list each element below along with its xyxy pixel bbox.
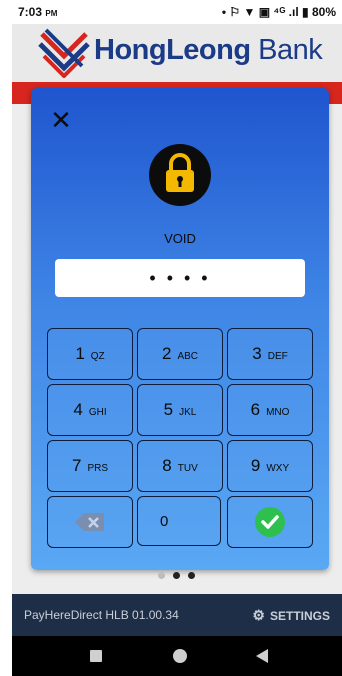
close-icon[interactable]: ✕	[49, 107, 73, 133]
app-header: HongLeong Bank	[12, 24, 342, 82]
key-7[interactable]: 7 PRS	[47, 440, 133, 492]
app-footer: PayHereDirect HLB 01.00.34 ⚙ SETTINGS	[12, 594, 342, 636]
app-screen: 7:03 PM • ⚐ ▼ ▣ ⁴ᴳ .ıl ▮ 80% HongLeong B…	[12, 0, 342, 676]
pin-input[interactable]: • • • •	[55, 259, 305, 297]
confirm-button[interactable]	[227, 496, 313, 548]
key-8[interactable]: 8 TUV	[137, 440, 223, 492]
padlock-icon	[149, 144, 211, 206]
home-icon[interactable]	[173, 649, 187, 663]
backspace-button[interactable]	[47, 496, 133, 548]
hong-leong-logo-icon	[38, 28, 90, 78]
settings-label: SETTINGS	[269, 608, 330, 623]
page-dot	[158, 572, 165, 579]
key-2[interactable]: 2 ABC	[137, 328, 223, 380]
page-indicator	[158, 572, 195, 579]
gear-icon: ⚙	[252, 607, 265, 623]
app-version: PayHereDirect HLB 01.00.34	[24, 608, 179, 622]
brand-name: HongLeong Bank	[94, 34, 323, 66]
recent-apps-icon[interactable]	[90, 650, 102, 662]
key-0[interactable]: 0	[137, 496, 221, 546]
system-navigation-bar	[12, 636, 342, 676]
battery-percentage: 80%	[311, 5, 336, 19]
key-9[interactable]: 9 WXY	[227, 440, 313, 492]
key-6[interactable]: 6 MNO	[227, 384, 313, 436]
status-indicators: • ⚐ ▼ ▣ ⁴ᴳ .ıl ▮ 80%	[221, 5, 336, 19]
key-4[interactable]: 4 GHI	[47, 384, 133, 436]
status-time: 7:03 PM	[18, 5, 58, 19]
back-icon[interactable]	[256, 649, 268, 663]
key-3[interactable]: 3 DEF	[227, 328, 313, 380]
key-1[interactable]: 1 QZ	[47, 328, 133, 380]
check-icon	[255, 507, 285, 537]
transaction-type-label: VOID	[164, 231, 196, 246]
page-dot	[188, 572, 195, 579]
key-5[interactable]: 5 JKL	[137, 384, 223, 436]
status-bar: 7:03 PM • ⚐ ▼ ▣ ⁴ᴳ .ıl ▮ 80%	[12, 0, 342, 24]
page-dot	[173, 572, 180, 579]
settings-button[interactable]: ⚙ SETTINGS	[252, 607, 330, 624]
pin-entry-dialog: ✕ VOID • • • • 1 QZ 2 ABC 3 DEF 4 GHI 5 JKL 6…	[31, 88, 329, 570]
backspace-icon	[75, 513, 104, 531]
